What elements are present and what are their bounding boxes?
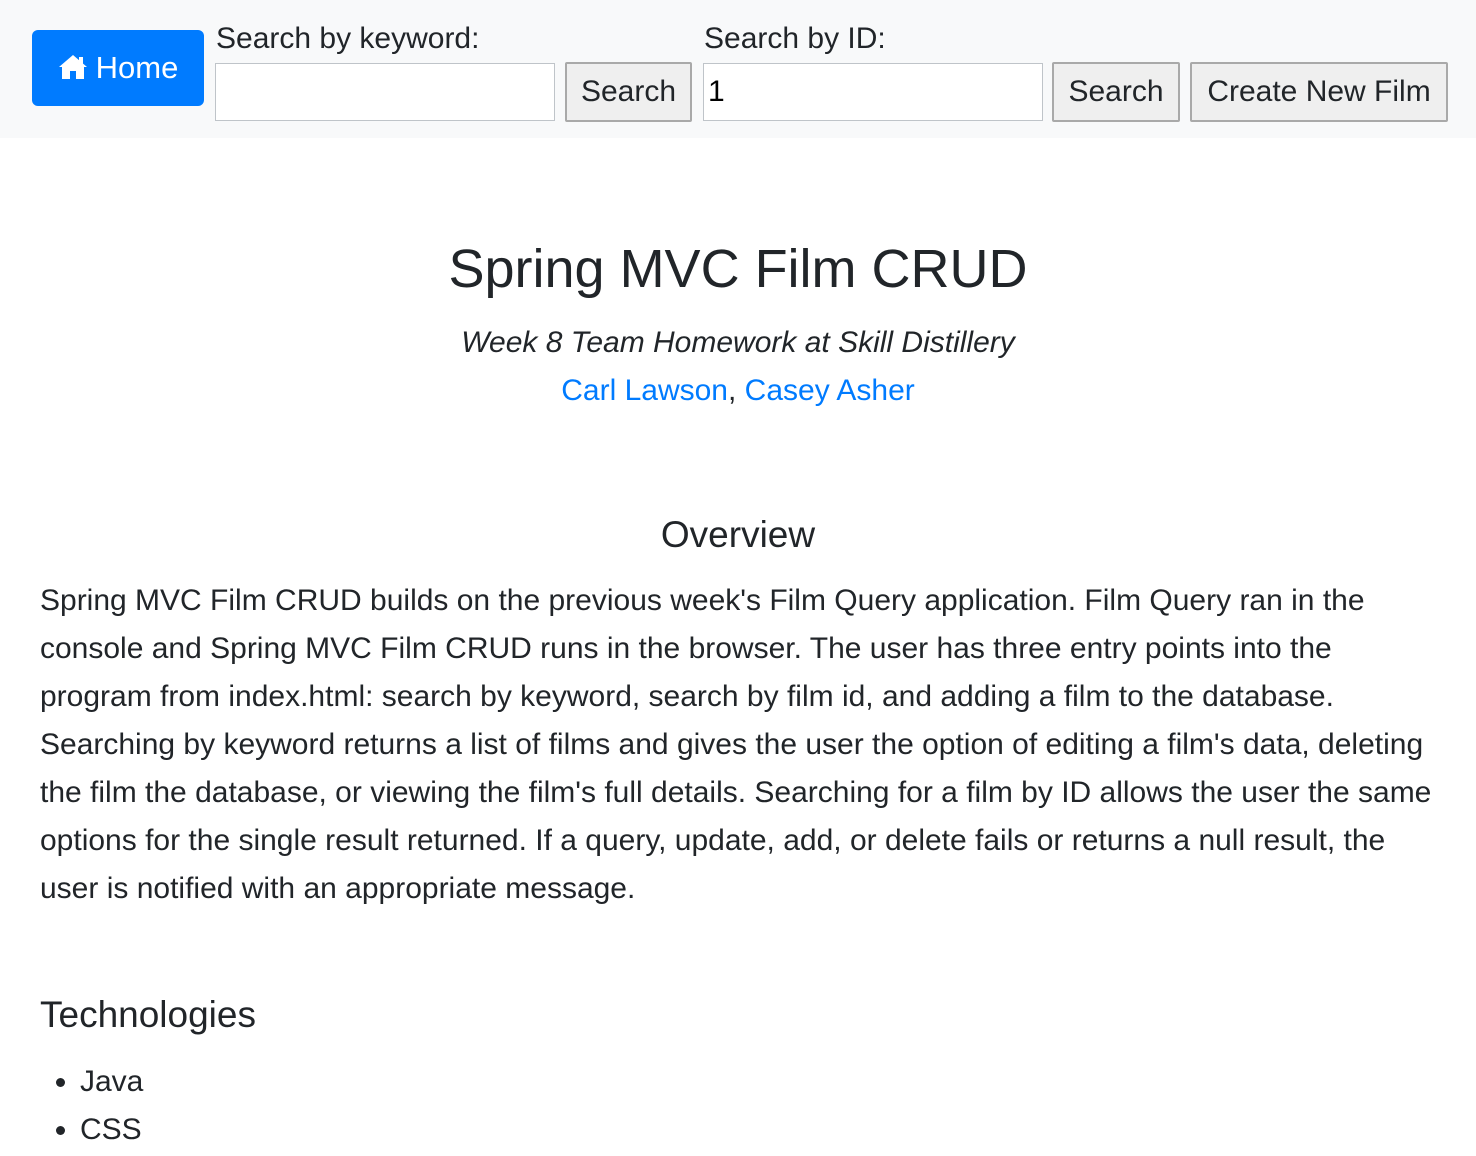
technologies-list: Java CSS — [40, 1058, 143, 1154]
id-search-button[interactable]: Search — [1052, 62, 1180, 122]
author-link-casey-asher[interactable]: Casey Asher — [745, 374, 915, 407]
create-new-film-button[interactable]: Create New Film — [1190, 62, 1448, 122]
authors: Carl Lawson, Casey Asher — [0, 374, 1476, 408]
list-item: Java — [80, 1058, 143, 1106]
id-search-label: Search by ID: — [704, 22, 886, 55]
home-icon — [58, 53, 88, 81]
author-separator: , — [727, 374, 745, 407]
author-link-carl-lawson[interactable]: Carl Lawson — [561, 374, 728, 407]
keyword-search-input[interactable] — [215, 63, 555, 121]
overview-text: Spring MVC Film CRUD builds on the previ… — [40, 584, 1432, 905]
page-subtitle: Week 8 Team Homework at Skill Distillery — [461, 326, 1015, 359]
technologies-heading: Technologies — [40, 994, 256, 1035]
overview-heading: Overview — [660, 514, 816, 555]
home-button[interactable]: Home — [32, 30, 204, 106]
list-item: CSS — [80, 1106, 143, 1154]
home-button-label: Home — [95, 50, 179, 85]
keyword-search-button[interactable]: Search — [565, 62, 692, 122]
keyword-search-label: Search by keyword: — [216, 22, 480, 55]
navbar: Home Search by keyword: Search Search by… — [0, 0, 1476, 138]
id-search-input[interactable] — [703, 63, 1043, 121]
page-title: Spring MVC Film CRUD — [448, 239, 1028, 299]
